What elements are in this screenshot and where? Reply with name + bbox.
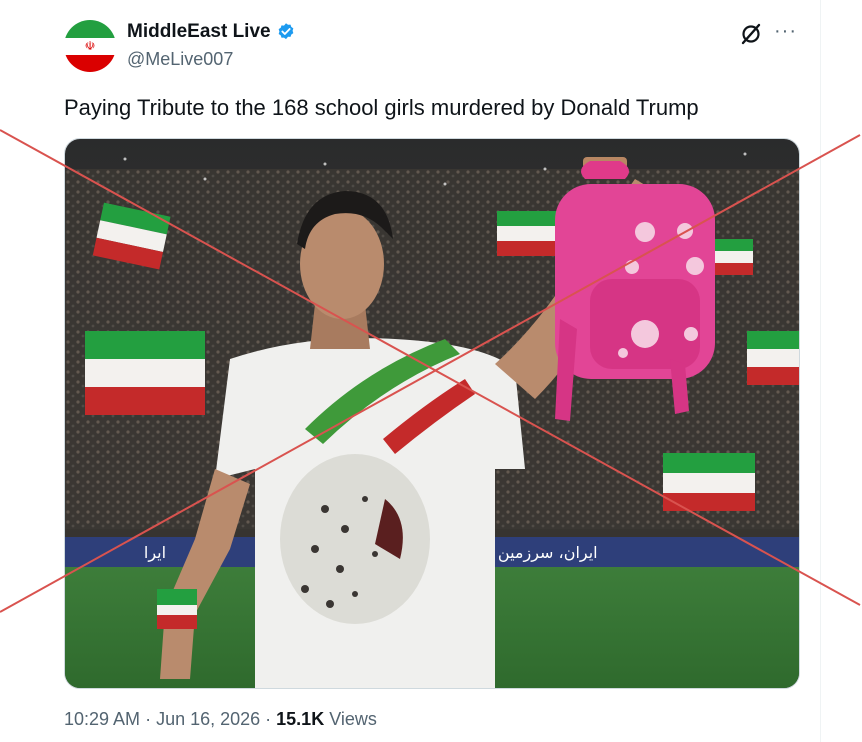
views-count: 15.1K (276, 709, 325, 729)
verified-badge-icon (278, 23, 293, 40)
tweet-meta: 10:29 AM · Jun 16, 2026 · 15.1K Views (64, 709, 377, 730)
tweet-image-illustration: ایران، سرزمین یوز ایرا (65, 139, 799, 688)
views-label: Views (324, 709, 377, 729)
tweet-image[interactable]: ایران، سرزمین یوز ایرا (64, 138, 800, 689)
meta-separator: · (140, 709, 157, 729)
author-handle[interactable]: @MeLive007 (127, 49, 233, 70)
tweet-date[interactable]: Jun 16, 2026 (156, 709, 260, 729)
grok-icon[interactable] (739, 22, 763, 46)
banner-text-left: ایرا (144, 543, 166, 563)
author-name-row[interactable]: MiddleEast Live (127, 21, 296, 43)
more-button[interactable]: ··· (774, 20, 797, 43)
column-divider (820, 0, 821, 742)
display-name[interactable]: MiddleEast Live (127, 21, 271, 43)
avatar[interactable]: ☫ (64, 20, 116, 72)
tweet-time[interactable]: 10:29 AM (64, 709, 140, 729)
meta-separator: · (260, 709, 277, 729)
emblem-icon: ☫ (84, 39, 96, 54)
tweet-text: Paying Tribute to the 168 school girls m… (64, 95, 699, 120)
